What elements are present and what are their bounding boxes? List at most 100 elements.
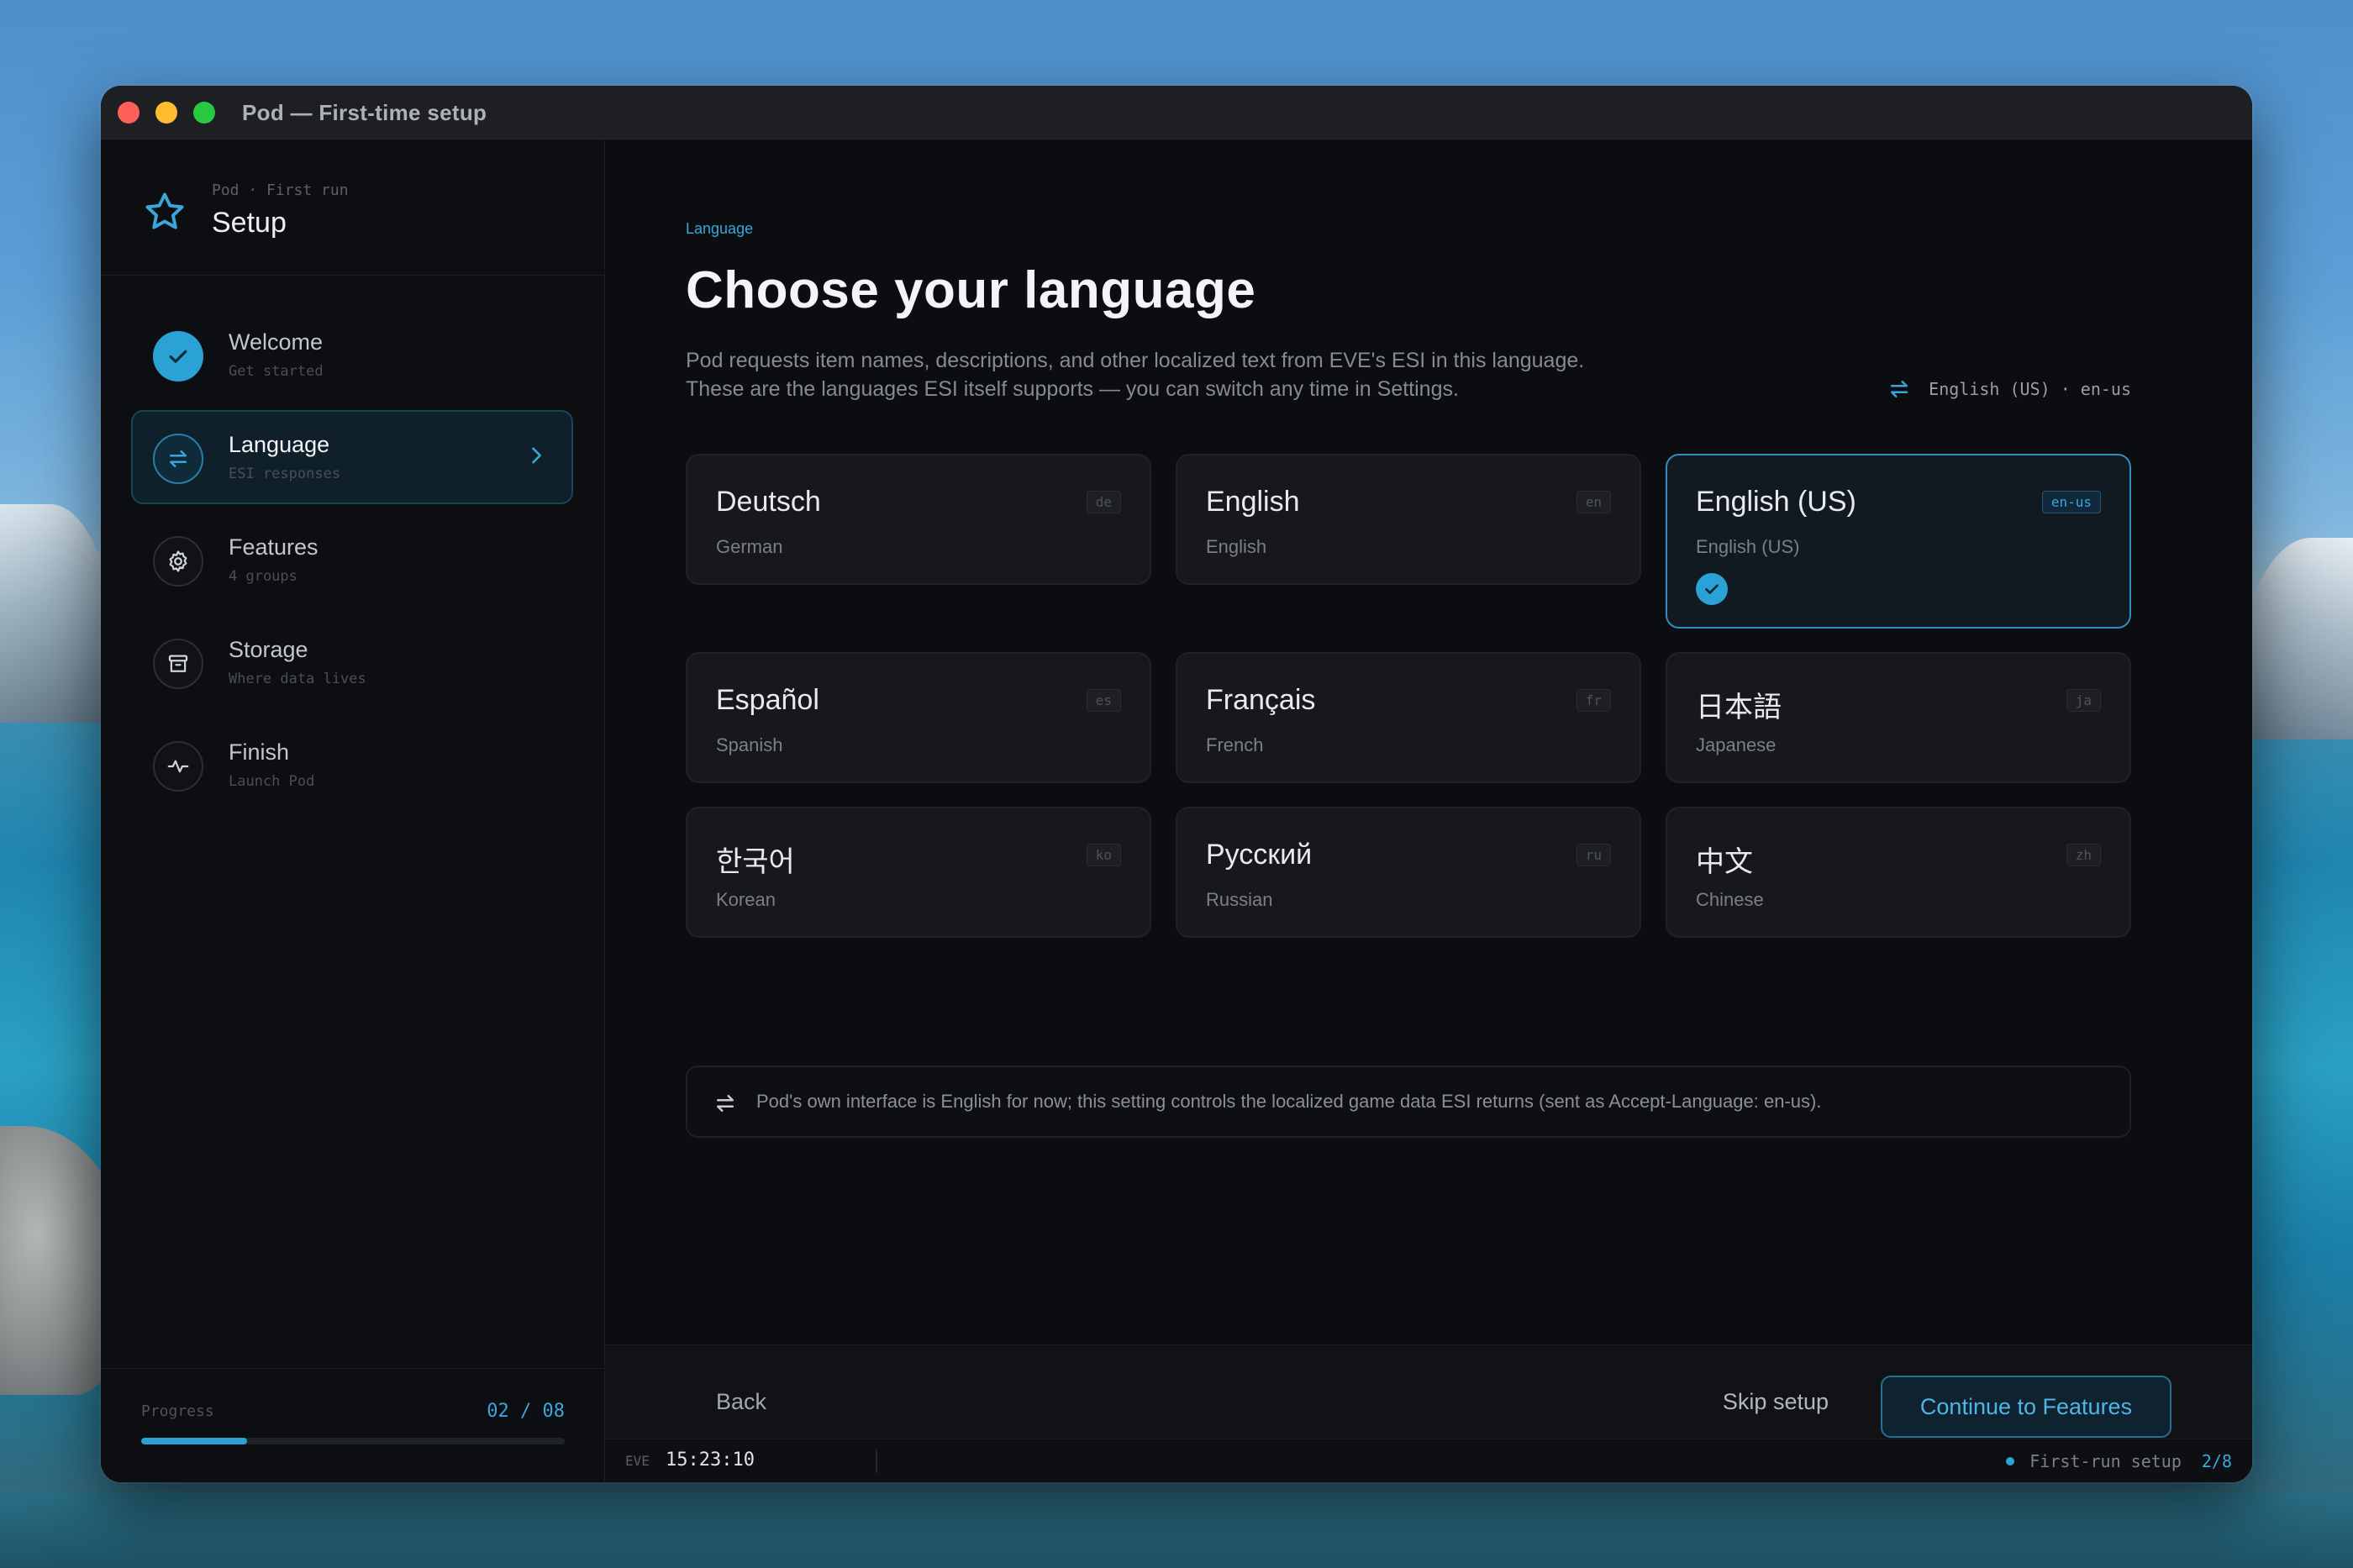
language-english-name: German [716,536,783,557]
language-code-badge: en [1576,491,1611,513]
language-english-name: English [1206,536,1267,557]
language-english-name: Spanish [716,734,783,755]
language-card-ko[interactable]: 한국어 Korean ko [686,807,1151,938]
step-title: Welcome [229,329,324,355]
language-name: 日本語 [1696,692,1782,723]
language-code-badge: de [1086,491,1121,513]
language-card-en[interactable]: English English en [1176,454,1641,585]
language-code-badge: ko [1086,844,1121,866]
eve-time-value: 15:23:10 [666,1450,755,1471]
language-grid: Deutsch German de English English en English (… [686,454,2131,943]
description-line: Pod requests item names, descriptions, a… [686,349,1585,372]
step-subtitle: ESI responses [229,466,341,482]
step-item-language[interactable]: Language ESI responses [131,410,573,504]
language-code-badge: es [1086,689,1121,712]
step-item-finish[interactable]: Finish Launch Pod [131,718,573,812]
language-code-badge: en-us [2041,491,2101,513]
step-item-features[interactable]: Features 4 groups [131,513,573,607]
step-title: Features [229,534,318,560]
step-subtitle: Launch Pod [229,773,315,790]
language-card-es[interactable]: Español Spanish es [686,652,1151,783]
language-name: 中文 [1696,846,1753,878]
progress-bar-fill [141,1438,247,1444]
close-window-button[interactable] [118,102,139,124]
status-dot [2006,1457,2015,1465]
step-item-storage[interactable]: Storage Where data lives [131,615,573,709]
step-status-circle [153,536,203,587]
background-mountain-right [2235,538,2353,739]
step-subtitle: Get started [229,363,324,380]
star-icon [145,192,184,229]
language-english-name: Korean [716,889,776,910]
swap-arrows-icon [1891,381,1908,397]
title-bar: Pod — First-time setup [101,86,2252,139]
step-status-circle [153,741,203,792]
check-icon [169,350,187,363]
language-card-ja[interactable]: 日本語 Japanese ja [1666,652,2131,783]
back-button[interactable]: Back [716,1389,766,1415]
current-language-indicator: English (US) · en-us [1887,376,2131,402]
progress-bar [141,1438,565,1444]
step-subtitle: Where data lives [229,671,366,687]
gear-icon [169,550,187,572]
language-english-name: Japanese [1696,734,1777,755]
chevron-right-icon [532,447,541,464]
brand-header: Pod · First run Setup [101,139,605,276]
language-name: 한국어 [716,846,795,878]
language-english-name: French [1206,734,1264,755]
language-code-badge: zh [2066,844,2101,866]
language-code-badge: ja [2066,689,2101,712]
language-code-badge: ru [1576,844,1611,866]
language-card-ru[interactable]: Русский Russian ru [1176,807,1641,938]
language-name: English [1206,486,1300,518]
language-panel: Language Choose your language Pod reques… [605,139,2252,1366]
language-card-en-us[interactable]: English (US) English (US) en-us [1666,454,2131,629]
language-name: Français [1206,684,1316,716]
step-title: Language [229,432,330,457]
step-title: Storage [229,637,308,662]
language-english-name: Chinese [1696,889,1764,910]
status-step: 2/8 [2201,1451,2232,1471]
eve-time-label: EVE [625,1453,650,1469]
language-name: Español [716,684,819,716]
language-english-name: Russian [1206,889,1273,910]
app-window: Pod — First-time setup Pod · First run S… [101,86,2252,1482]
step-status-circle [153,434,203,484]
description-line: These are the languages ESI itself suppo… [686,377,1459,401]
swap-arrows-icon [717,1095,734,1112]
language-card-zh[interactable]: 中文 Chinese zh [1666,807,2131,938]
section-eyebrow: Language [686,220,754,237]
step-status-circle [153,331,203,381]
zoom-window-button[interactable] [193,102,215,124]
brand-title: Setup [212,207,287,239]
brand-breadcrumb: Pod · First run [212,182,349,199]
step-status-circle [153,639,203,689]
language-name: Deutsch [716,486,821,518]
language-english-name: English (US) [1696,536,1800,557]
step-list: Welcome Get started Language ESI respons… [131,308,573,820]
setup-sidebar: Pod · First run Setup Welcome Get starte… [101,139,605,1482]
setup-status: First-run setup 2/8 [2006,1451,2232,1471]
language-card-fr[interactable]: Français French fr [1176,652,1641,783]
status-bar: EVE 15:23:10 First-run setup 2/8 [605,1439,2252,1482]
progress-label: Progress [141,1402,214,1420]
step-title: Finish [229,739,290,765]
language-name: English (US) [1696,486,1856,518]
status-text: First-run setup [2029,1451,2182,1471]
setup-progress: Progress 02 / 08 [101,1368,605,1482]
selected-check-icon [1696,573,1728,605]
swap-arrows-icon [170,450,187,467]
minimize-window-button[interactable] [155,102,177,124]
background-mountain-left [0,504,118,723]
step-item-welcome[interactable]: Welcome Get started [131,308,573,402]
info-note: Pod's own interface is English for now; … [686,1066,2131,1138]
status-divider [876,1450,877,1473]
page-title: Choose your language [686,261,1256,319]
current-language-text: English (US) · en-us [1929,379,2131,399]
step-subtitle: 4 groups [229,568,297,585]
continue-button[interactable]: Continue to Features [1881,1376,2171,1438]
language-name: Русский [1206,839,1313,871]
activity-icon [167,760,189,773]
skip-setup-button[interactable]: Skip setup [1723,1389,1829,1415]
language-card-de[interactable]: Deutsch German de [686,454,1151,585]
